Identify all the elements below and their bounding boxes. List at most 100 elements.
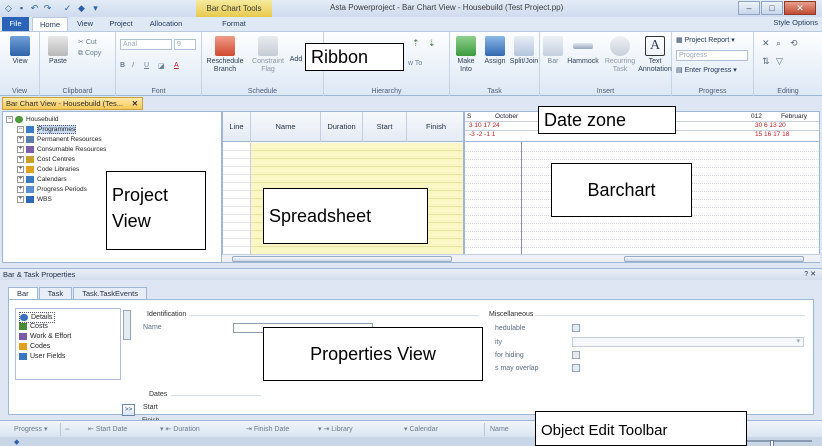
make-into-button[interactable]: Make Into: [452, 36, 480, 74]
redo-icon[interactable]: ↷: [42, 3, 53, 14]
style-options-menu[interactable]: Style Options: [773, 18, 818, 27]
add-button[interactable]: Add: [288, 56, 304, 64]
row-header[interactable]: [223, 143, 251, 151]
minimize-button[interactable]: –: [738, 1, 760, 15]
paste-button[interactable]: Paste: [46, 36, 70, 66]
replace-icon[interactable]: ⟲: [790, 38, 798, 49]
quick-access-customize-icon[interactable]: ▾: [90, 3, 101, 14]
progress-select[interactable]: Progress: [676, 50, 748, 61]
row-header[interactable]: [223, 167, 251, 175]
tab-format[interactable]: Format: [214, 17, 254, 31]
category-scrollbar[interactable]: [123, 310, 131, 340]
row-header[interactable]: [223, 223, 251, 231]
column-duration[interactable]: Duration: [321, 112, 363, 142]
category-costs[interactable]: Costs: [19, 322, 48, 331]
row-header[interactable]: [223, 207, 251, 215]
text-annotation-button[interactable]: A Text Annotation: [638, 36, 672, 74]
cut-button[interactable]: ✂ Cut: [78, 38, 97, 46]
column-start[interactable]: Start: [363, 112, 407, 142]
start-date-field[interactable]: ⇤ Start Date: [88, 424, 127, 435]
tree-item-code-libraries[interactable]: + Code Libraries: [17, 165, 79, 174]
tree-item-root[interactable]: − Housebuild: [6, 115, 59, 124]
filter-icon[interactable]: ▽: [776, 56, 783, 67]
find-icon[interactable]: ⌕: [776, 38, 781, 49]
duration-field[interactable]: ▾ ⇤ Duration: [160, 424, 200, 435]
scroll-thumb[interactable]: [232, 256, 452, 262]
collapse-icon[interactable]: −: [17, 125, 24, 133]
fill-color-button[interactable]: ◪: [158, 62, 165, 70]
expand-icon[interactable]: +: [17, 135, 24, 143]
bold-button[interactable]: B: [120, 62, 125, 69]
pin-icon[interactable]: ? ✕: [804, 269, 816, 281]
expand-icon[interactable]: +: [17, 165, 24, 173]
row-header[interactable]: [223, 199, 251, 207]
row-header[interactable]: [223, 215, 251, 223]
zoom-thumb[interactable]: [770, 440, 774, 446]
tab-home[interactable]: Home: [32, 17, 68, 31]
italic-button[interactable]: I: [132, 62, 134, 69]
row-header[interactable]: [223, 239, 251, 247]
font-size-select[interactable]: 9: [174, 39, 196, 50]
project-report-button[interactable]: ▦ Project Report ▾: [676, 36, 735, 44]
row-header[interactable]: [223, 175, 251, 183]
expand-icon[interactable]: +: [17, 155, 24, 163]
expand-icon[interactable]: +: [17, 185, 24, 193]
category-work-effort[interactable]: Work & Effort: [19, 332, 71, 341]
close-tab-icon[interactable]: ✕: [132, 98, 138, 109]
view-button[interactable]: View: [8, 36, 32, 66]
column-name[interactable]: Name: [251, 112, 321, 142]
tab-file[interactable]: File: [2, 17, 29, 31]
tree-item-cost-centres[interactable]: + Cost Centres: [17, 155, 75, 164]
calendar-field[interactable]: ▾ Calendar: [404, 424, 438, 435]
tree-item-progress-periods[interactable]: + Progress Periods: [17, 185, 87, 194]
quick-access-icon[interactable]: ✓: [62, 3, 73, 14]
row-header[interactable]: [223, 151, 251, 159]
expand-icon[interactable]: +: [17, 195, 24, 203]
category-user-fields[interactable]: User Fields: [19, 352, 65, 361]
table-row[interactable]: [251, 143, 463, 151]
constraint-flag-button[interactable]: Constraint Flag: [248, 36, 288, 74]
spreadsheet-hscrollbar[interactable]: [222, 254, 464, 262]
row-header[interactable]: [223, 183, 251, 191]
hammock-button[interactable]: Hammock: [566, 36, 600, 66]
column-line[interactable]: Line: [223, 112, 251, 142]
collapse-icon[interactable]: −: [6, 115, 13, 123]
quick-access-icon-2[interactable]: ◆: [76, 3, 87, 14]
tab-project[interactable]: Project: [104, 17, 138, 31]
row-header[interactable]: [223, 191, 251, 199]
expand-icon[interactable]: +: [17, 145, 24, 153]
progress-field[interactable]: Progress ▾: [14, 424, 47, 435]
delete-icon[interactable]: ✕: [762, 38, 770, 49]
maximize-button[interactable]: □: [761, 1, 783, 15]
priority-select[interactable]: ▾: [572, 337, 804, 347]
tree-item-calendars[interactable]: + Calendars: [17, 175, 67, 184]
tab-allocation[interactable]: Allocation: [144, 17, 188, 31]
link-icon[interactable]: ⇔: [64, 424, 71, 435]
document-tab[interactable]: Bar Chart View - Housebuild (Tes... ✕: [2, 97, 143, 110]
split-join-button[interactable]: Split/Join: [508, 36, 540, 66]
tree-item-consumable-resources[interactable]: + Consumable Resources: [17, 145, 106, 154]
underline-button[interactable]: U: [144, 62, 149, 69]
tree-item-wbs[interactable]: + WBS: [17, 195, 52, 204]
category-codes[interactable]: Codes: [19, 342, 50, 351]
font-name-select[interactable]: Arial: [120, 39, 172, 50]
column-finish[interactable]: Finish: [407, 112, 463, 142]
name-field[interactable]: Name: [490, 424, 509, 435]
tree-item-programmes[interactable]: − Programmes: [17, 125, 77, 134]
sort-icon[interactable]: ⇅: [762, 56, 770, 67]
schedulable-checkbox[interactable]: [572, 324, 580, 332]
table-row[interactable]: [251, 159, 463, 167]
library-field[interactable]: ▾ ⇥ Library: [318, 424, 353, 435]
expand-icon[interactable]: +: [17, 175, 24, 183]
zoom-slider[interactable]: [742, 440, 812, 446]
tree-item-permanent-resources[interactable]: + Permanent Resources: [17, 135, 102, 144]
hierarchy-button[interactable]: w To: [408, 60, 422, 67]
row-header[interactable]: [223, 159, 251, 167]
enter-progress-button[interactable]: ▤ Enter Progress ▾: [676, 66, 737, 74]
tab-view[interactable]: View: [72, 17, 98, 31]
close-button[interactable]: ✕: [784, 1, 816, 15]
undo-icon[interactable]: ↶: [29, 3, 40, 14]
hiding-checkbox[interactable]: [572, 351, 580, 359]
table-row[interactable]: [251, 167, 463, 175]
demote-icon[interactable]: ⇣: [428, 38, 436, 49]
